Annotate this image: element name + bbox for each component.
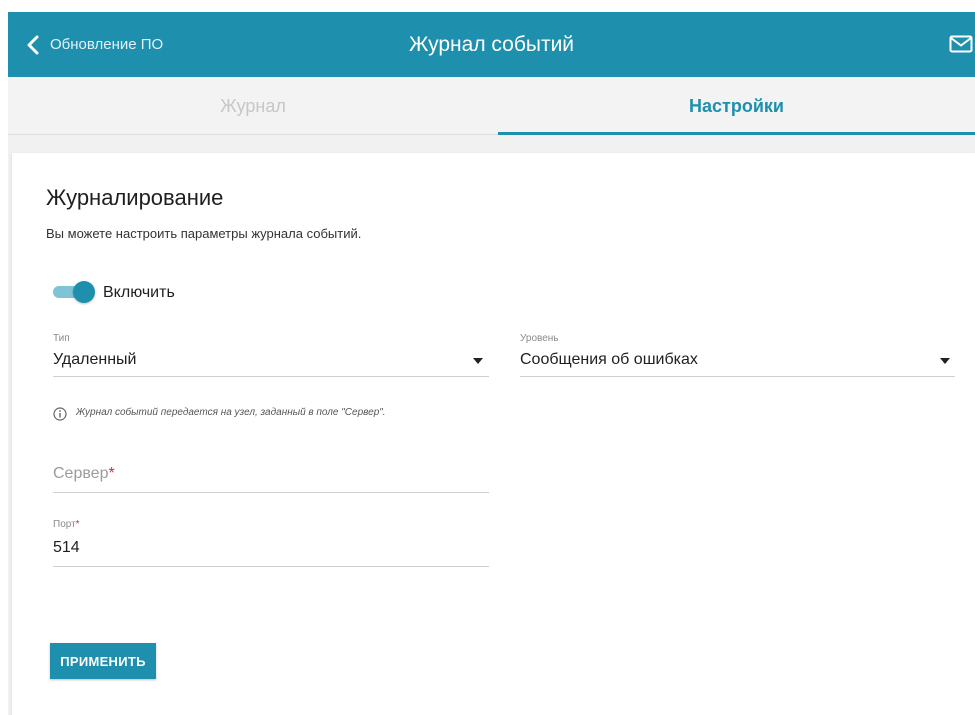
tab-journal[interactable]: Журнал (8, 77, 498, 135)
type-value: Удаленный (53, 351, 137, 368)
required-mark: * (75, 519, 80, 530)
level-value: Сообщения об ошибках (520, 351, 698, 368)
level-underline (520, 376, 955, 377)
type-label: Тип (53, 333, 70, 344)
enable-toggle[interactable] (53, 281, 95, 303)
server-placeholder: Сервер (53, 465, 109, 482)
server-input[interactable]: Сервер* (53, 465, 115, 483)
toggle-knob (73, 281, 95, 303)
active-tab-indicator (498, 132, 975, 135)
port-input[interactable]: 514 (53, 539, 80, 557)
port-underline (53, 566, 489, 567)
dropdown-arrow-icon (473, 358, 483, 364)
required-mark: * (108, 465, 115, 482)
apply-button[interactable]: ПРИМЕНИТЬ (50, 643, 156, 679)
type-underline (53, 376, 489, 377)
tab-bar: Журнал Настройки (8, 77, 975, 135)
hint-text: Журнал событий передается на узел, задан… (76, 407, 386, 418)
server-underline (53, 492, 489, 493)
enable-toggle-label: Включить (103, 284, 175, 301)
app-frame: Обновление ПО Журнал событий Журнал Наст… (8, 12, 975, 715)
type-select[interactable]: Удаленный (53, 345, 489, 375)
top-bar: Обновление ПО Журнал событий (8, 12, 975, 77)
level-label: Уровень (520, 333, 559, 344)
port-label-text: Порт (53, 519, 76, 530)
section-description: Вы можете настроить параметры журнала со… (46, 226, 362, 241)
level-select[interactable]: Сообщения об ошибках (520, 345, 955, 375)
info-icon (53, 407, 67, 421)
port-label: Порт* (53, 519, 80, 530)
settings-card: Журналирование Вы можете настроить парам… (12, 153, 975, 715)
tab-settings[interactable]: Настройки (498, 77, 975, 135)
page-title: Журнал событий (408, 32, 575, 56)
section-title: Журналирование (46, 185, 224, 210)
dropdown-arrow-icon (940, 358, 950, 364)
mail-icon[interactable] (949, 35, 973, 53)
